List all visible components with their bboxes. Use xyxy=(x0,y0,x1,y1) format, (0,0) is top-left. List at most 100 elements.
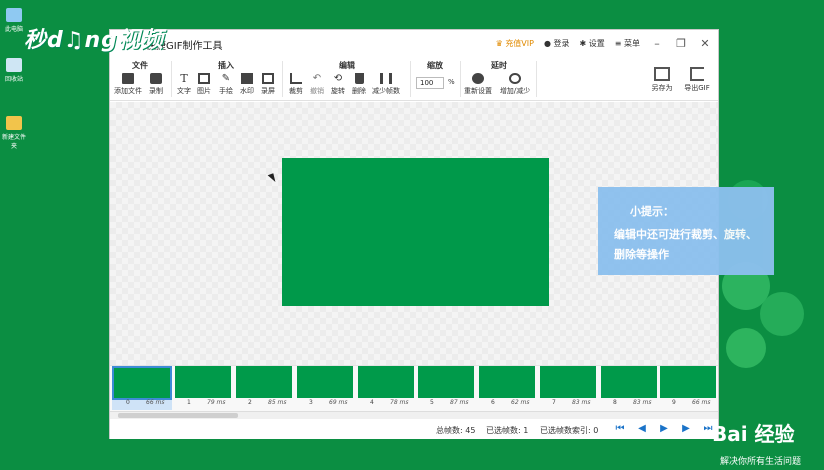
frame-delay: 66 ms xyxy=(692,399,711,406)
prev-frame-button[interactable]: ◀ xyxy=(636,423,648,435)
zoom-stepper[interactable]: 100 xyxy=(416,77,444,89)
status-bar: 总帧数: 45 已选帧数: 1 已选帧数索引: 0 ⏮ ◀ ▶ ▶ ⏭ xyxy=(110,420,718,439)
export-icon xyxy=(690,67,704,81)
gear-icon: ✱ xyxy=(579,38,587,48)
reduce-frames-icon xyxy=(380,73,392,84)
timeline-scrollbar[interactable] xyxy=(110,411,718,419)
crop-icon xyxy=(290,73,302,84)
selected-frames: 已选帧数: 1 xyxy=(486,426,529,435)
camera-icon xyxy=(150,73,162,84)
export-gif-label: 导出GIF xyxy=(684,84,710,92)
tip-overlay: 小提示： 编辑中还可进行裁剪、旋转、删除等操作 xyxy=(598,187,774,275)
frame-thumbnail[interactable]: 8 83 ms xyxy=(599,366,659,410)
pencil-icon: ✎ xyxy=(221,73,231,84)
undo-icon: ↶ xyxy=(312,73,322,84)
recycle-bin-icon xyxy=(6,58,22,72)
tip-body: 编辑中还可进行裁剪、旋转、删除等操作 xyxy=(614,228,757,261)
decorative-circle xyxy=(760,292,804,336)
minimize-button[interactable]: – xyxy=(650,37,664,50)
video-watermark-logo: 秒d♫ng视频 xyxy=(24,28,164,53)
group-title-insert: 插入 xyxy=(218,61,234,70)
frame-thumbnail[interactable]: 3 69 ms xyxy=(295,366,355,410)
first-frame-button[interactable]: ⏮ xyxy=(614,423,626,435)
frame-thumbnail[interactable]: 1 79 ms xyxy=(173,366,233,410)
login-button[interactable]: ● 登录 xyxy=(544,38,570,49)
frame-thumbnail-image xyxy=(660,366,716,398)
group-title-edit: 编辑 xyxy=(339,61,355,70)
image-button[interactable]: 图片 xyxy=(192,73,216,96)
vip-button[interactable]: ♛ 充值VIP xyxy=(496,38,534,49)
close-button[interactable]: ✕ xyxy=(698,37,712,50)
folder-icon xyxy=(6,116,22,130)
desktop-icon-recycle-bin[interactable]: 回收站 xyxy=(0,58,28,83)
adjust-delay-label: 增加/减少 xyxy=(499,87,531,95)
play-button[interactable]: ▶ xyxy=(658,423,670,435)
frame-thumbnail[interactable]: 0 66 ms xyxy=(112,366,172,410)
computer-icon xyxy=(6,8,22,22)
frame-thumbnail-image xyxy=(479,366,535,398)
frame-index: 8 xyxy=(613,399,617,406)
frame-thumbnail[interactable]: 5 87 ms xyxy=(416,366,476,410)
frame-thumbnail-image xyxy=(358,366,414,398)
export-gif-button[interactable]: 导出GIF xyxy=(682,67,712,93)
frame-thumbnail-image xyxy=(540,366,596,398)
frame-thumbnail[interactable]: 9 66 ms xyxy=(658,366,718,410)
group-title-file: 文件 xyxy=(132,61,148,70)
desktop-icon-folder[interactable]: 新建文件夹 xyxy=(0,116,28,150)
scrollbar-thumb[interactable] xyxy=(118,413,238,418)
group-divider xyxy=(460,61,461,97)
frame-index: 9 xyxy=(672,399,676,406)
group-file: 文件 添加文件 录制 xyxy=(110,57,170,101)
settings-button[interactable]: ✱ 设置 xyxy=(580,38,605,49)
frame-index: 3 xyxy=(309,399,313,406)
selected-index: 已选帧数索引: 0 xyxy=(540,426,599,435)
reduce-frames-label: 减少帧数 xyxy=(372,87,400,95)
menu-button[interactable]: ≡ 菜单 xyxy=(615,38,640,49)
save-as-button[interactable]: 另存为 xyxy=(648,67,676,93)
decorative-circle xyxy=(726,328,766,368)
reset-delay-button[interactable]: 重新设置 xyxy=(462,73,494,96)
ribbon-toolbar: 文件 添加文件 录制 插入 T 文字 图片 ✎ 手绘 水印 录屏 编辑 裁剪 ↶… xyxy=(110,57,718,101)
frame-index: 1 xyxy=(187,399,191,406)
record-label: 录制 xyxy=(149,87,163,95)
screen-record-button[interactable]: 录屏 xyxy=(256,73,280,96)
current-frame-preview[interactable] xyxy=(282,158,549,306)
frame-delay: 83 ms xyxy=(633,399,652,406)
frame-index: 7 xyxy=(552,399,556,406)
titlebar-actions: ♛ 充值VIP ● 登录 ✱ 设置 ≡ 菜单 – ❐ ✕ xyxy=(496,36,712,50)
frame-index: 5 xyxy=(430,399,434,406)
frame-thumbnail[interactable]: 4 78 ms xyxy=(356,366,416,410)
frame-thumbnail-image xyxy=(112,366,172,400)
image-icon xyxy=(198,73,210,84)
frame-delay: 85 ms xyxy=(268,399,287,406)
settings-label: 设置 xyxy=(588,38,605,48)
save-as-label: 另存为 xyxy=(651,84,673,92)
frame-thumbnail[interactable]: 7 83 ms xyxy=(538,366,598,410)
maximize-button[interactable]: ❐ xyxy=(674,37,688,50)
delete-label: 删除 xyxy=(352,87,366,95)
frame-thumbnail[interactable]: 6 62 ms xyxy=(477,366,537,410)
file-add-icon xyxy=(122,73,134,84)
desktop-icon-label: 回收站 xyxy=(4,76,23,83)
reset-delay-label: 重新设置 xyxy=(464,87,492,95)
next-frame-button[interactable]: ▶ xyxy=(680,423,692,435)
trash-icon xyxy=(354,73,364,84)
login-label: 登录 xyxy=(553,38,570,48)
frame-delay: 69 ms xyxy=(329,399,348,406)
frame-index: 6 xyxy=(491,399,495,406)
clock-icon xyxy=(509,73,521,84)
reduce-frames-button[interactable]: 减少帧数 xyxy=(370,73,402,96)
delete-button[interactable]: 删除 xyxy=(347,73,371,96)
group-title-zoom: 缩放 xyxy=(427,61,443,70)
adjust-delay-button[interactable]: 增加/减少 xyxy=(496,73,534,96)
frame-thumbnail-image xyxy=(236,366,292,398)
record-button[interactable]: 录制 xyxy=(144,73,168,96)
group-title-delay: 延时 xyxy=(491,61,507,70)
desktop-icon-label: 新建文件夹 xyxy=(1,134,26,150)
frame-thumbnail-image xyxy=(418,366,474,398)
frame-thumbnail-image xyxy=(175,366,231,398)
frame-thumbnail[interactable]: 2 85 ms xyxy=(234,366,294,410)
frame-index: 2 xyxy=(248,399,252,406)
screen-record-label: 录屏 xyxy=(261,87,275,95)
add-file-button[interactable]: 添加文件 xyxy=(112,73,144,96)
